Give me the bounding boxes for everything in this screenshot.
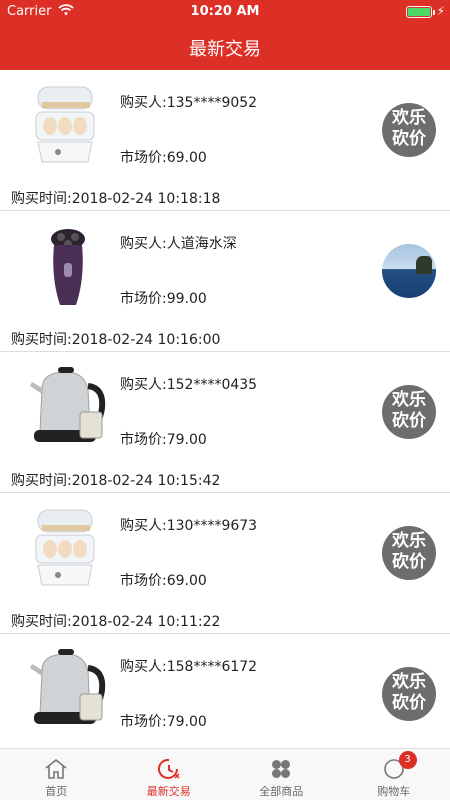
purchase-time: 购买时间:2018-02-24 10:11:22 [11,614,221,630]
clock-refresh-icon [157,758,180,779]
buyer-name: 购买人:135****9052 [120,95,258,111]
tab-label: 最新交易 [146,785,191,798]
transaction-list[interactable]: 购买人:135****9052 市场价:69.00 购买时间:2018-02-2… [0,70,450,748]
tab-label: 全部商品 [259,785,304,798]
market-price: 市场价:79.00 [120,714,207,730]
badge-line-1: 欢乐 [392,108,426,128]
purchase-time: 购买时间:2018-02-24 10:16:00 [11,332,221,348]
kettle-image [30,367,106,442]
tab-all-products[interactable]: 全部商品 [225,749,338,800]
bargain-badge-icon[interactable]: 欢乐 砍价 [382,667,436,721]
grid-icon [272,760,291,778]
egg-cooker-image [35,86,95,163]
badge-line-2: 砍价 [392,552,426,572]
market-price: 市场价:99.00 [120,291,207,307]
tab-cart[interactable]: 购物车 3 [338,749,450,800]
badge-line-2: 砍价 [392,129,426,149]
bargain-badge-icon[interactable]: 欢乐 砍价 [382,385,436,439]
status-time: 10:20 AM [190,4,260,19]
header: Carrier 10:20 AM ⚡ 最新交易 [0,0,450,70]
battery-tip [433,10,435,15]
home-icon [45,758,67,779]
buyer-name: 购买人:158****6172 [120,659,258,675]
market-price: 市场价:69.00 [120,150,207,166]
list-item[interactable]: 购买人:135****9052 市场价:69.00 购买时间:2018-02-2… [0,70,450,211]
status-bar: Carrier 10:20 AM ⚡ [0,0,450,24]
shaver-image [51,229,85,305]
market-price: 市场价:69.00 [120,573,207,589]
avatar-cliff [416,256,432,274]
buyer-name: 购买人:人道海水深 [120,236,237,252]
buyer-name: 购买人:152****0435 [120,377,258,393]
battery-icon [406,6,432,18]
egg-cooker-image [35,509,95,586]
tab-latest-deals[interactable]: 最新交易 [113,749,226,800]
charging-icon: ⚡ [436,4,445,18]
cart-count-badge: 3 [398,751,417,769]
page-title: 最新交易 [189,39,261,60]
list-item[interactable]: 购买人:130****9673 市场价:69.00 购买时间:2018-02-2… [0,493,450,634]
buyer-name: 购买人:130****9673 [120,518,258,534]
list-item[interactable]: 购买人:人道海水深 市场价:99.00 购买时间:2018-02-24 10:1… [0,211,450,352]
bargain-badge-icon[interactable]: 欢乐 砍价 [382,103,436,157]
bargain-badge-icon[interactable]: 欢乐 砍价 [382,526,436,580]
list-item[interactable]: 购买人:152****0435 市场价:79.00 购买时间:2018-02-2… [0,352,450,493]
kettle-image [30,649,106,724]
badge-line-1: 欢乐 [392,672,426,692]
tab-label: 首页 [45,785,68,798]
tab-home[interactable]: 首页 [0,749,113,800]
purchase-time: 购买时间:2018-02-24 10:15:42 [11,473,221,489]
list-item[interactable]: 购买人:158****6172 市场价:79.00 欢乐 砍价 [0,634,450,748]
badge-line-1: 欢乐 [392,390,426,410]
badge-line-2: 砍价 [392,693,426,713]
tab-bar: 首页 最新交易 全部商品 购物车 3 [0,748,450,800]
buyer-avatar[interactable] [382,244,436,298]
market-price: 市场价:79.00 [120,432,207,448]
badge-line-1: 欢乐 [392,531,426,551]
badge-line-2: 砍价 [392,411,426,431]
purchase-time: 购买时间:2018-02-24 10:18:18 [11,191,221,207]
tab-label: 购物车 [377,785,411,798]
